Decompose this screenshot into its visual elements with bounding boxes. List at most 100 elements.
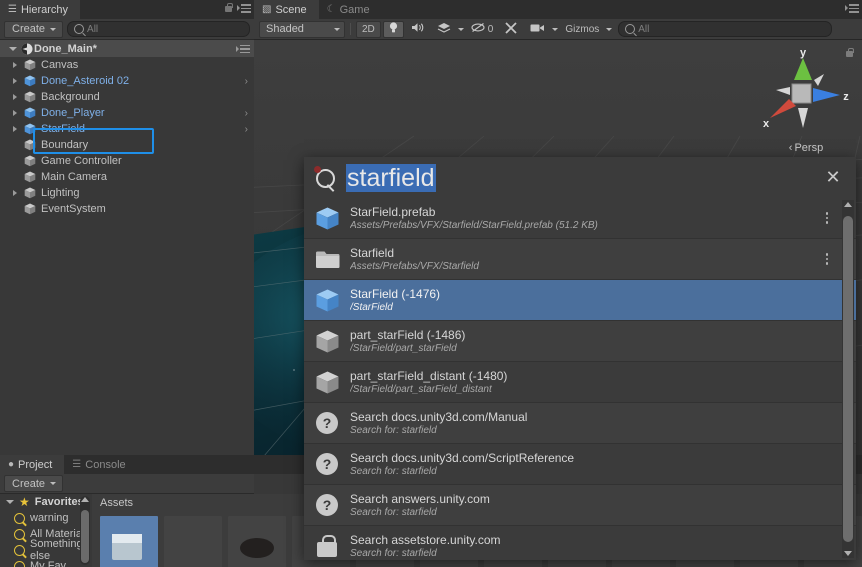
- hierarchy-item-game-controller[interactable]: Game Controller: [0, 153, 254, 169]
- favorites-header[interactable]: ★ Favorites: [0, 494, 92, 510]
- asset-thumbnail[interactable]: [100, 516, 158, 567]
- search-result-row[interactable]: StarField (-1476)/StarField: [304, 280, 856, 321]
- search-result-row[interactable]: ? Search docs.unity3d.com/ScriptReference…: [304, 444, 856, 485]
- hierarchy-item-starfield[interactable]: StarField ›: [0, 121, 254, 137]
- hierarchy-panel: ☰ Hierarchy Create All Done_Main* Canvas…: [0, 0, 254, 455]
- scrollbar-thumb[interactable]: [81, 510, 89, 563]
- gizmos-dropdown-icon[interactable]: [606, 27, 613, 31]
- hierarchy-item-label: Main Camera: [41, 171, 108, 183]
- search-result-text: Starfield Assets/Prefabs/VFX/Starfield: [350, 246, 810, 273]
- search-result-subtitle: Assets/Prefabs/VFX/Starfield: [350, 260, 479, 272]
- hierarchy-item-done-asteroid-02[interactable]: Done_Asteroid 02 ›: [0, 73, 254, 89]
- unity-editor-window: ☰ Hierarchy Create All Done_Main* Canvas…: [0, 0, 862, 567]
- expand-twisty-icon[interactable]: [10, 94, 19, 100]
- results-scrollbar[interactable]: [842, 200, 854, 558]
- favorites-label: Favorites: [34, 496, 84, 508]
- search-result-row[interactable]: Search assetstore.unity.com Search for: s…: [304, 526, 856, 560]
- hidden-objects-button[interactable]: 0: [466, 22, 499, 37]
- gameobject-cube-icon: [24, 139, 36, 151]
- axis-y-cone: [794, 58, 812, 80]
- row-overflow-menu-icon[interactable]: [820, 253, 834, 265]
- row-overflow-menu-icon[interactable]: [820, 212, 834, 224]
- hierarchy-item-canvas[interactable]: Canvas: [0, 57, 254, 73]
- chevron-right-icon[interactable]: ›: [245, 76, 248, 87]
- scene-tools-button[interactable]: [500, 21, 523, 37]
- scene-camera-button[interactable]: [525, 22, 550, 37]
- favorites-scrollbar[interactable]: [80, 496, 90, 565]
- hierarchy-item-eventsystem[interactable]: EventSystem: [0, 201, 254, 217]
- tab-project[interactable]: ● Project: [0, 455, 65, 474]
- tab-game[interactable]: ☾ Game: [318, 0, 382, 19]
- search-result-row[interactable]: part_starField (-1486)/StarField/part_st…: [304, 321, 856, 362]
- hidden-objects-count: 0: [487, 23, 494, 35]
- scrollbar-thumb[interactable]: [843, 216, 853, 542]
- scene-axis-gizmo[interactable]: y z x ‹ Persp: [756, 44, 856, 156]
- hierarchy-create-label: Create: [12, 23, 46, 35]
- search-result-title: Search docs.unity3d.com/ScriptReference: [350, 450, 575, 465]
- gizmos-button[interactable]: Gizmos: [560, 22, 604, 37]
- toggle-fx-button[interactable]: [432, 22, 456, 37]
- tab-console-label: Console: [85, 458, 126, 471]
- search-result-text: part_starField_distant (-1480)/StarField…: [350, 369, 848, 396]
- hierarchy-item-done-player[interactable]: Done_Player ›: [0, 105, 254, 121]
- expand-twisty-icon[interactable]: [10, 62, 19, 68]
- search-result-text: StarField (-1476)/StarField: [350, 287, 848, 314]
- hierarchy-item-boundary[interactable]: Boundary: [0, 137, 254, 153]
- draw-mode-dropdown[interactable]: Shaded: [259, 20, 345, 38]
- projection-mode-label[interactable]: ‹ Persp: [756, 142, 856, 154]
- scene-search-input[interactable]: All: [618, 21, 833, 37]
- search-query-text[interactable]: starfield: [346, 163, 810, 193]
- expand-twisty-icon[interactable]: [10, 126, 19, 132]
- scene-menu-icon[interactable]: [845, 3, 859, 13]
- breadcrumb-assets[interactable]: Assets: [100, 497, 133, 509]
- favorites-twisty-icon[interactable]: [6, 500, 14, 504]
- search-result-title: Search assetstore.unity.com: [350, 532, 501, 547]
- chevron-right-icon[interactable]: ›: [245, 108, 248, 119]
- hierarchy-create-button[interactable]: Create: [4, 20, 64, 38]
- hierarchy-item-label: Background: [41, 91, 100, 103]
- hierarchy-menu-icon[interactable]: [237, 3, 251, 13]
- scene-context-menu-icon[interactable]: [236, 44, 250, 54]
- expand-twisty-icon[interactable]: [10, 78, 19, 84]
- search-result-row[interactable]: ? Search answers.unity.com Search for: sta…: [304, 485, 856, 526]
- hierarchy-item-label: Game Controller: [41, 155, 122, 167]
- camera-dropdown-icon[interactable]: [552, 27, 559, 31]
- toggle-audio-button[interactable]: [406, 22, 430, 37]
- search-result-row[interactable]: StarField.prefab Assets/Prefabs/VFX/Starf…: [304, 198, 856, 239]
- scroll-up-arrow-icon[interactable]: [81, 497, 89, 502]
- tab-hierarchy[interactable]: ☰ Hierarchy: [0, 0, 81, 19]
- scroll-down-arrow-icon[interactable]: [842, 551, 854, 556]
- favorite-item[interactable]: warning: [0, 510, 92, 526]
- search-result-row[interactable]: part_starField_distant (-1480)/StarField…: [304, 362, 856, 403]
- lock-icon[interactable]: [224, 3, 233, 13]
- quick-search-field[interactable]: starfield ✕: [304, 157, 856, 198]
- hierarchy-item-main-camera[interactable]: Main Camera: [0, 169, 254, 185]
- hierarchy-scene-row[interactable]: Done_Main*: [0, 40, 254, 57]
- effects-layers-icon: [437, 22, 451, 36]
- hierarchy-item-lighting[interactable]: Lighting: [0, 185, 254, 201]
- lightbulb-icon: [389, 22, 398, 36]
- fx-dropdown-icon[interactable]: [457, 27, 464, 31]
- search-result-row[interactable]: ? Search docs.unity3d.com/Manual Search fo…: [304, 403, 856, 444]
- scene-toolbar: Shaded 2D 0 Gizmos All: [254, 19, 862, 40]
- gizmo-lock-icon[interactable]: [845, 48, 854, 58]
- expand-twisty-icon[interactable]: [10, 190, 19, 196]
- toggle-2d-button[interactable]: 2D: [356, 20, 381, 38]
- tab-console[interactable]: ☰ Console: [64, 455, 138, 474]
- search-result-text: StarField.prefab Assets/Prefabs/VFX/Starf…: [350, 205, 810, 232]
- expand-twisty-icon[interactable]: [10, 110, 19, 116]
- toggle-lighting-button[interactable]: [382, 20, 404, 38]
- chevron-right-icon[interactable]: ›: [245, 124, 248, 135]
- scene-twisty-icon[interactable]: [9, 46, 17, 51]
- asset-thumbnail[interactable]: [228, 516, 286, 567]
- asset-thumbnail[interactable]: [164, 516, 222, 567]
- project-create-button[interactable]: Create: [4, 475, 64, 492]
- favorite-item[interactable]: Something else: [0, 538, 92, 562]
- scroll-up-arrow-icon[interactable]: [842, 202, 854, 207]
- hierarchy-search-input[interactable]: All: [67, 21, 250, 37]
- tab-scene[interactable]: ▧ Scene: [254, 0, 319, 19]
- hierarchy-item-background[interactable]: Background: [0, 89, 254, 105]
- search-result-row[interactable]: Starfield Assets/Prefabs/VFX/Starfield: [304, 239, 856, 280]
- close-icon[interactable]: ✕: [820, 165, 846, 191]
- hierarchy-header-controls: [224, 3, 251, 13]
